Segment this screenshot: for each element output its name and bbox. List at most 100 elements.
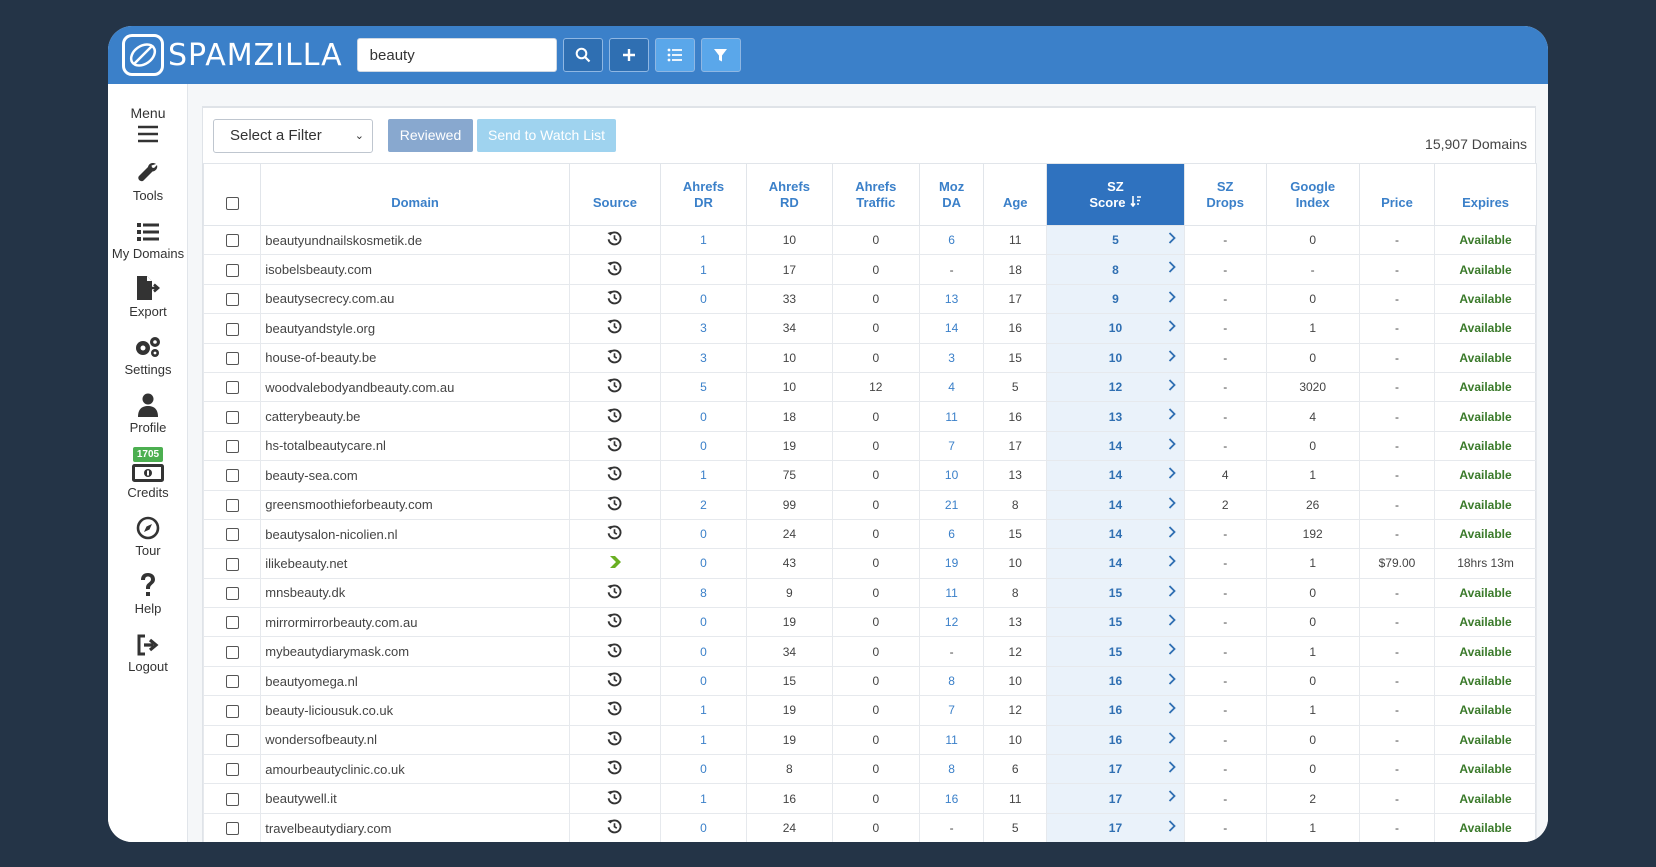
sidebar-item-credits[interactable]: 1705 Credits [108,447,188,500]
table-row[interactable]: greensmoothieforbeauty.com 2 99 0 21 8 14 2 26 - A… [202,489,1537,520]
table-row[interactable]: ilikebeauty.net 0 43 0 19 10 14 - 1 $79.00 18hrs 1… [202,548,1537,579]
cell-domain[interactable]: travelbeautydiary.com [260,812,570,842]
sidebar-item-tour[interactable]: Tour [108,514,188,558]
column-header-source[interactable]: Source [568,163,662,226]
cell-dr[interactable]: 1 [660,224,747,256]
cell-domain[interactable]: ilikebeauty.net [260,548,570,579]
cell-domain[interactable]: beautyandstyle.org [260,313,570,344]
cell-source[interactable] [568,489,662,520]
table-row[interactable]: catterybeauty.be 0 18 0 11 16 13 - 4 - Available [202,401,1537,432]
column-header-drops[interactable]: SZ Drops [1183,163,1267,226]
cell-source[interactable] [568,430,662,462]
row-checkbox[interactable] [225,469,239,483]
chevron-right-icon[interactable] [1168,261,1176,276]
chevron-right-icon[interactable] [1168,643,1176,658]
cell-domain[interactable]: amourbeautyclinic.co.uk [260,754,570,785]
row-checkbox[interactable] [225,587,239,601]
cell-da[interactable]: 6 [918,518,985,550]
cell-domain[interactable]: greensmoothieforbeauty.com [260,489,570,520]
cell-domain[interactable]: beautysecrecy.com.au [260,283,570,315]
sidebar-item-menu[interactable]: Menu [108,102,188,144]
cell-da[interactable]: 4 [918,371,985,403]
chevron-right-icon[interactable] [1168,408,1176,423]
cell-source[interactable] [568,518,662,550]
cell-domain[interactable]: house-of-beauty.be [260,342,570,373]
chevron-right-icon[interactable] [1168,526,1176,541]
row-checkbox[interactable] [225,792,239,806]
cell-source[interactable] [568,724,662,756]
table-row[interactable]: woodvalebodyandbeauty.com.au 5 10 12 4 5 12 - 30… [202,371,1537,403]
table-row[interactable]: beautysecrecy.com.au 0 33 0 13 17 9 - 0 - Availabl… [202,283,1537,315]
cell-da[interactable]: 13 [918,283,985,315]
sidebar-item-tools[interactable]: Tools [108,159,188,203]
cell-dr[interactable]: 8 [660,577,747,609]
table-row[interactable]: mybeautydiarymask.com 0 34 0 - 12 15 - 1 - Availab… [202,636,1537,667]
cell-da[interactable]: 11 [918,577,985,609]
cell-source[interactable] [568,254,662,285]
cell-source[interactable] [568,401,662,432]
sidebar-item-settings[interactable]: Settings [108,333,188,377]
row-checkbox[interactable] [225,263,239,277]
column-header-da[interactable]: Moz DA [918,163,985,226]
chevron-right-icon[interactable] [1168,496,1176,512]
search-button[interactable] [562,38,603,72]
column-header-age[interactable]: Age [983,163,1048,226]
table-row[interactable]: beautyundnailskosmetik.de 1 10 0 6 11 5 - 0 - Avai… [202,224,1537,256]
cell-da[interactable]: 8 [918,754,985,785]
column-header-price[interactable]: Price [1358,163,1436,226]
row-checkbox[interactable] [225,351,239,365]
sidebar-item-export[interactable]: Export [108,275,188,319]
table-row[interactable]: beautyomega.nl 0 15 0 8 10 16 - 0 - Available [202,665,1537,697]
cell-dr[interactable]: 5 [660,371,747,403]
row-checkbox[interactable] [225,293,239,307]
row-checkbox[interactable] [225,763,239,777]
row-checkbox[interactable] [225,440,239,454]
cell-domain[interactable]: beautysalon-nicolien.nl [260,518,570,550]
chevron-right-icon[interactable] [1168,790,1176,805]
row-checkbox[interactable] [225,381,239,395]
chevron-right-icon[interactable] [1168,320,1176,335]
cell-source[interactable] [568,636,662,667]
chevron-right-icon[interactable] [1168,614,1176,629]
column-header-traffic[interactable]: Ahrefs Traffic [831,163,920,226]
cell-dr[interactable]: 0 [660,636,747,667]
cell-dr[interactable]: 0 [660,518,747,550]
cell-da[interactable]: - [918,812,985,842]
search-input[interactable] [356,38,557,72]
cell-dr[interactable]: 1 [660,254,747,285]
logo[interactable]: SPAMZILLA [122,34,343,76]
cell-dr[interactable]: 1 [660,695,747,726]
row-checkbox[interactable] [225,675,239,689]
column-header-domain[interactable]: Domain [260,163,570,226]
filter-select[interactable]: Select a Filter ⌄ [213,119,373,153]
reviewed-button[interactable]: Reviewed [388,119,473,152]
table-row[interactable]: beauty-liciousuk.co.uk 1 19 0 7 12 16 - 1 - Availa… [202,695,1537,726]
chevron-right-icon[interactable] [1168,761,1176,776]
cell-dr[interactable]: 0 [660,401,747,432]
row-checkbox[interactable] [225,645,239,659]
cell-da[interactable]: 6 [918,224,985,256]
cell-da[interactable]: 16 [918,783,985,814]
cell-da[interactable]: 8 [918,665,985,697]
row-checkbox[interactable] [225,322,239,336]
table-row[interactable]: travelbeautydiary.com 0 24 0 - 5 17 - 1 - Availabl… [202,812,1537,842]
cell-source[interactable] [568,783,662,814]
cell-domain[interactable]: hs-totalbeautycare.nl [260,430,570,462]
row-checkbox[interactable] [225,557,239,571]
cell-domain[interactable]: isobelsbeauty.com [260,254,570,285]
table-row[interactable]: wondersofbeauty.nl 1 19 0 11 10 16 - 0 - Available [202,724,1537,756]
cell-domain[interactable]: mnsbeauty.dk [260,577,570,609]
cell-dr[interactable]: 1 [660,783,747,814]
cell-dr[interactable]: 0 [660,548,747,579]
cell-source[interactable] [568,812,662,842]
row-checkbox[interactable] [225,234,239,248]
cell-da[interactable]: 10 [918,460,985,491]
cell-da[interactable]: 21 [918,489,985,520]
chevron-right-icon[interactable] [1168,438,1176,453]
cell-da[interactable]: 7 [918,430,985,462]
cell-da[interactable]: 19 [918,548,985,579]
cell-source[interactable] [568,607,662,638]
cell-da[interactable]: 14 [918,313,985,344]
cell-source[interactable] [568,754,662,785]
table-row[interactable]: house-of-beauty.be 3 10 0 3 15 10 - 0 - Available [202,342,1537,373]
